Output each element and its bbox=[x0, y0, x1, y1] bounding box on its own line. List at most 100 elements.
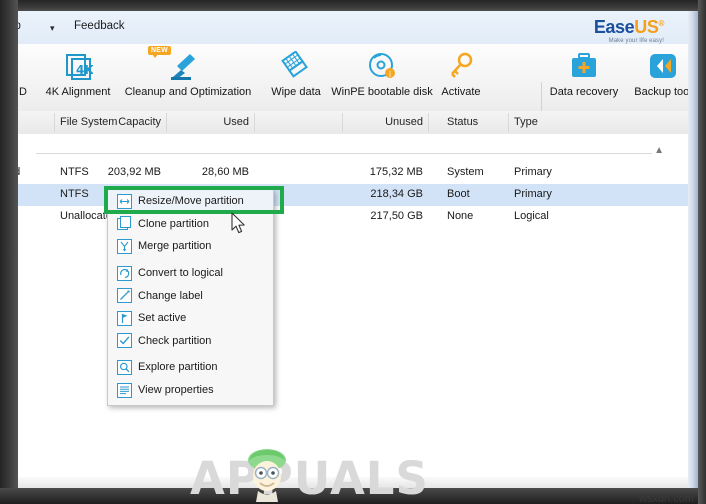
context-menu-label: View properties bbox=[138, 384, 214, 397]
appuals-watermark: APPUALS bbox=[186, 446, 486, 504]
column-header-unused[interactable]: Unused bbox=[385, 116, 423, 128]
cell-unused: 217,50 GB bbox=[370, 210, 423, 222]
cell-type: Primary bbox=[514, 166, 552, 178]
column-header-capacity[interactable]: Capacity bbox=[118, 116, 161, 128]
toolbar-button-4k-alignment[interactable]: 4K 4K Alignment bbox=[38, 48, 118, 108]
chevron-down-icon[interactable]: ▾ bbox=[50, 23, 55, 34]
activate-key-icon bbox=[430, 48, 492, 84]
change-label-icon bbox=[114, 288, 134, 304]
toolbar-ribbon: D 4K 4K Alignment NEW Cleanup and Optimi… bbox=[18, 44, 692, 140]
context-menu-label: Change label bbox=[138, 289, 203, 302]
screenshot-root: lp ▾ Feedback EaseUS® Make your life eas… bbox=[0, 0, 706, 504]
mouse-cursor-icon bbox=[231, 212, 248, 241]
column-divider bbox=[166, 113, 167, 132]
context-menu-item-convert-to-logical[interactable]: Convert to logical bbox=[108, 262, 273, 285]
window-frame-left bbox=[0, 0, 18, 504]
context-menu-item-change-label[interactable]: Change label bbox=[108, 284, 273, 307]
toolbar-label: WinPE bootable disk bbox=[331, 86, 433, 98]
toolbar-button-cleanup-optimization[interactable]: NEW Cleanup and Optimization bbox=[118, 46, 258, 108]
context-menu-label: Resize/Move partition bbox=[138, 195, 244, 208]
partition-context-menu: Resize/Move partition Clone partition Me… bbox=[107, 189, 274, 407]
check-partition-icon bbox=[114, 333, 134, 349]
column-divider bbox=[254, 113, 255, 132]
cell-file-system: NTFS bbox=[60, 166, 89, 178]
menu-item-feedback[interactable]: Feedback bbox=[74, 20, 125, 32]
cell-status: None bbox=[447, 210, 474, 222]
svg-text:i: i bbox=[389, 70, 391, 79]
winpe-disk-icon: i bbox=[326, 48, 438, 84]
cell-used: 28,60 MB bbox=[201, 166, 249, 178]
convert-logical-icon bbox=[114, 265, 134, 281]
table-row[interactable]: ed NTFS 203,92 MB 28,60 MB 175,32 MB Sys… bbox=[18, 162, 688, 184]
context-menu-item-merge-partition[interactable]: Merge partition bbox=[108, 235, 273, 258]
column-divider bbox=[508, 113, 509, 132]
context-menu-label: Merge partition bbox=[138, 240, 212, 253]
wipe-data-icon bbox=[261, 48, 331, 84]
toolbar-button-data-recovery[interactable]: Data recovery bbox=[546, 48, 622, 108]
toolbar-button-activate[interactable]: Activate bbox=[430, 48, 492, 108]
column-header-type[interactable]: Type bbox=[514, 116, 538, 128]
context-menu-label: Check partition bbox=[138, 334, 212, 347]
column-divider bbox=[54, 113, 55, 132]
toolbar-label: Cleanup and Optimization bbox=[124, 86, 252, 98]
cell-type: Logical bbox=[514, 210, 549, 222]
column-header-used[interactable]: Used bbox=[223, 116, 249, 128]
toolbar-label: Wipe data bbox=[271, 86, 321, 98]
easeus-logo: EaseUS® Make your life easy! bbox=[572, 14, 665, 45]
watermark-graphic: APPUALS bbox=[190, 449, 429, 504]
chevron-up-icon[interactable]: ▲ bbox=[654, 145, 664, 156]
logo-wordmark: EaseUS® bbox=[572, 14, 665, 37]
resize-move-icon bbox=[114, 193, 134, 209]
registered-mark-icon: ® bbox=[658, 19, 665, 28]
cell-partition-name: ed bbox=[18, 166, 20, 178]
context-menu-bottom-padding bbox=[108, 401, 273, 405]
context-menu-item-view-properties[interactable]: View properties bbox=[108, 379, 273, 402]
context-menu-item-clone-partition[interactable]: Clone partition bbox=[108, 213, 273, 236]
context-menu-item-check-partition[interactable]: Check partition bbox=[108, 330, 273, 353]
logo-us-text: US bbox=[634, 17, 659, 37]
cell-type: Primary bbox=[514, 188, 552, 200]
cell-status: System bbox=[447, 166, 484, 178]
window-right-border bbox=[688, 11, 698, 488]
clone-partition-icon bbox=[114, 216, 134, 232]
toolbar-label: Activate bbox=[441, 86, 481, 98]
toolbar-label: Data recovery bbox=[549, 86, 619, 98]
toolbar-button-winpe-bootable-disk[interactable]: i WinPE bootable disk bbox=[326, 48, 438, 108]
source-site-label: wsxdn.com bbox=[638, 493, 694, 504]
view-properties-icon bbox=[114, 382, 134, 398]
logo-ease-text: Ease bbox=[593, 17, 635, 37]
context-menu-item-resize-move[interactable]: Resize/Move partition bbox=[108, 190, 273, 213]
new-badge: NEW bbox=[148, 46, 171, 58]
cell-status: Boot bbox=[447, 188, 470, 200]
toolbar-button-wipe-data[interactable]: Wipe data bbox=[261, 48, 331, 108]
context-menu-label: Set active bbox=[138, 312, 187, 325]
context-menu-item-set-active[interactable]: Set active bbox=[108, 307, 273, 330]
cell-unused: 175,32 MB bbox=[369, 166, 423, 178]
context-menu-label: Explore partition bbox=[138, 361, 218, 374]
set-active-flag-icon bbox=[114, 310, 134, 326]
explore-partition-icon bbox=[114, 359, 134, 375]
column-divider bbox=[428, 113, 429, 132]
column-divider bbox=[342, 113, 343, 132]
context-menu-item-explore-partition[interactable]: Explore partition bbox=[108, 356, 273, 379]
merge-partition-icon bbox=[114, 238, 134, 254]
group-separator bbox=[36, 153, 652, 154]
menu-bar: lp ▾ Feedback EaseUS® Make your life eas… bbox=[18, 11, 688, 44]
toolbar-label: 4K Alignment bbox=[45, 86, 111, 98]
svg-text:4K: 4K bbox=[76, 63, 93, 77]
watermark-text: APPUALS bbox=[190, 452, 429, 504]
cell-unused: 218,34 GB bbox=[370, 188, 423, 200]
cell-capacity: 203,92 MB bbox=[107, 166, 161, 178]
column-header-file-system[interactable]: File System bbox=[60, 116, 117, 128]
column-header-status[interactable]: Status bbox=[447, 116, 478, 128]
disk-group-row: ▲ bbox=[18, 134, 688, 162]
window-frame-top bbox=[0, 0, 706, 11]
cell-file-system: NTFS bbox=[60, 188, 89, 200]
menu-item-help[interactable]: lp bbox=[18, 20, 21, 32]
context-menu-label: Convert to logical bbox=[138, 267, 223, 280]
context-menu-label: Clone partition bbox=[138, 217, 209, 230]
4k-alignment-icon: 4K bbox=[38, 48, 118, 84]
data-recovery-icon bbox=[546, 48, 622, 84]
cleanup-brush-icon: NEW bbox=[118, 46, 258, 84]
partition-table-header: File System Capacity Used Unused Status … bbox=[18, 111, 688, 135]
